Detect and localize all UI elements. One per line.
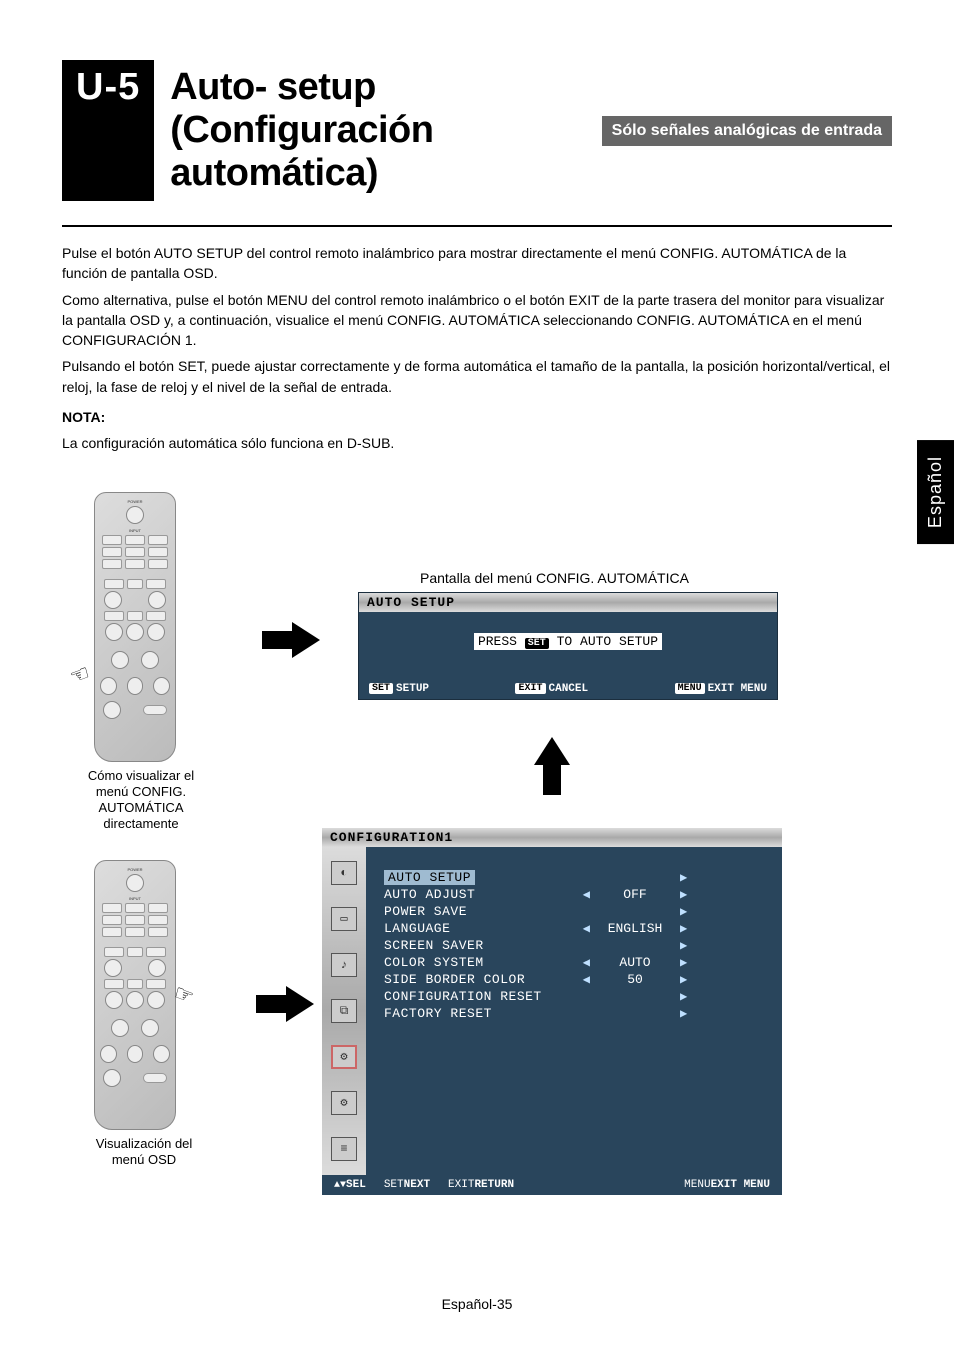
osd2-list: AUTO SETUP▶AUTO ADJUST◀OFF▶POWER SAVE▶LA… [366,847,782,1175]
section-title: Auto- setup (Configuración automática) [154,60,601,201]
osd2-row: LANGUAGE◀ENGLISH▶ [384,920,756,937]
page-footer: Español-35 [0,1296,954,1312]
osd2-row-label: SCREEN SAVER [384,938,574,953]
paragraph-2: Como alternativa, pulse el botón MENU de… [62,290,892,351]
screen-icon: ▭ [331,907,357,931]
pip-icon: ⧉ [331,999,357,1023]
arrow-up-icon [534,737,570,765]
osd2-foot-exit-lbl: EXIT [448,1179,474,1191]
osd2-row-value: 50 [590,972,680,987]
note-label: NOTA: [62,407,892,427]
osd-foot-exit-txt: CANCEL [549,683,589,695]
right-arrow-icon: ▶ [680,921,696,936]
right-arrow-icon: ▶ [680,904,696,919]
osd2-foot-set-lbl: SET [384,1179,404,1191]
paragraph-1: Pulse el botón AUTO SETUP del control re… [62,243,892,284]
osd2-sidebar: ◐ ▭ ♪ ⧉ ⚙ ⚙ ≡ [322,847,366,1175]
right-arrow-icon: ▶ [680,955,696,970]
osd2-row-label: AUTO SETUP [384,870,574,885]
osd-press-btn: SET [525,638,549,649]
osd2-row-label: COLOR SYSTEM [384,955,574,970]
osd-foot-menu-lbl: MENU [675,683,705,694]
remote1-caption: Cómo visualizar el menú CONFIG. AUTOMÁTI… [76,768,206,833]
osd2-row: SCREEN SAVER ▶ [384,937,756,954]
signal-badge: Sólo señales analógicas de entrada [602,116,892,146]
osd2-foot-sel-tri: ▲▼ [334,1180,346,1191]
osd2-row-label: FACTORY RESET [384,1006,574,1021]
arrow-right-icon [286,986,314,1022]
language-tab: Español [917,440,954,544]
osd2-row: POWER SAVE ▶ [384,903,756,920]
osd-auto-setup-panel: AUTO SETUP PRESS SET TO AUTO SETUP SETSE… [358,592,778,700]
left-arrow-icon: ◀ [574,921,590,936]
remote2-caption: Visualización del menú OSD [84,1136,204,1169]
right-arrow-icon: ▶ [680,1006,696,1021]
osd-foot-set-txt: SETUP [396,683,429,695]
osd-press-post: TO AUTO SETUP [557,634,658,649]
osd2-row-label: CONFIGURATION RESET [384,989,574,1004]
brightness-icon: ◐ [331,861,357,885]
osd-configuration1-panel: CONFIGURATION1 ◐ ▭ ♪ ⧉ ⚙ ⚙ ≡ AUTO SETUP ▶… [322,828,782,1195]
osd2-row-value: AUTO [590,955,680,970]
osd-auto-title: AUTO SETUP [359,593,777,612]
osd2-title: CONFIGURATION1 [322,828,782,847]
osd2-row-label: POWER SAVE [384,904,574,919]
osd-foot-menu-txt: EXIT MENU [708,683,767,695]
right-arrow-icon: ▶ [680,989,696,1004]
pointing-hand-icon: ☜ [66,659,93,690]
osd-press-pre: PRESS [478,634,517,649]
osd2-foot-menu-txt: EXIT MENU [711,1179,770,1191]
config2-icon: ⚙ [331,1091,357,1115]
right-arrow-icon: ▶ [680,938,696,953]
left-arrow-icon: ◀ [574,955,590,970]
osd2-row: FACTORY RESET ▶ [384,1005,756,1022]
osd2-row: AUTO ADJUST◀OFF▶ [384,886,756,903]
osd-foot-set-lbl: SET [369,683,393,694]
osd-foot-exit-lbl: EXIT [515,683,545,694]
osd2-row: CONFIGURATION RESET ▶ [384,988,756,1005]
section-tag: U-5 [62,60,154,201]
note-text: La configuración automática sólo funcion… [62,433,892,453]
osd-caption: Pantalla del menú CONFIG. AUTOMÁTICA [420,570,689,586]
remote-control-1: POWER INPUT [94,492,176,762]
osd2-row-label: AUTO ADJUST [384,887,574,902]
osd2-foot-set-txt: NEXT [404,1179,430,1191]
left-arrow-icon: ◀ [574,972,590,987]
osd2-foot-menu-lbl: MENU [684,1179,710,1191]
right-arrow-icon: ▶ [680,870,696,885]
right-arrow-icon: ▶ [680,887,696,902]
left-arrow-icon: ◀ [574,887,590,902]
advanced-icon: ≡ [331,1137,357,1161]
arrow-right-icon [292,622,320,658]
osd2-foot-exit-txt: RETURN [474,1179,514,1191]
osd2-row: COLOR SYSTEM◀AUTO▶ [384,954,756,971]
osd2-row: SIDE BORDER COLOR◀50▶ [384,971,756,988]
osd2-row-value: ENGLISH [590,921,680,936]
paragraph-3: Pulsando el botón SET, puede ajustar cor… [62,356,892,397]
osd2-row-value: OFF [590,887,680,902]
remote-control-2: POWER INPUT [94,860,176,1130]
osd2-row: AUTO SETUP ▶ [384,869,756,886]
audio-icon: ♪ [331,953,357,977]
osd2-foot-sel-txt: SEL [346,1179,366,1191]
osd2-row-label: SIDE BORDER COLOR [384,972,574,987]
config1-icon: ⚙ [331,1045,357,1069]
osd2-row-label: LANGUAGE [384,921,574,936]
right-arrow-icon: ▶ [680,972,696,987]
